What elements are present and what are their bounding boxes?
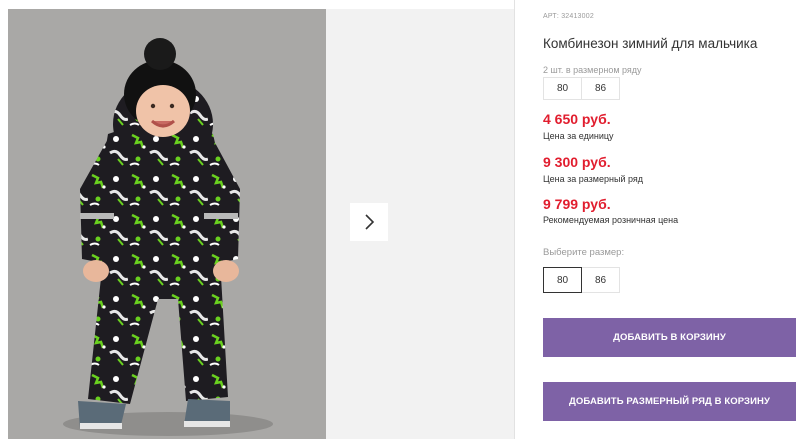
add-to-cart-button[interactable]: ДОБАВИТЬ В КОРЗИНУ	[543, 318, 796, 357]
size-selector: 80 86	[543, 267, 620, 293]
child-in-snowsuit-image	[8, 9, 326, 439]
pack-price-note: Цена за размерный ряд	[543, 174, 644, 184]
gallery-next-button[interactable]	[350, 203, 388, 241]
size-option-86[interactable]: 86	[581, 267, 620, 293]
retail-price: 9 799 руб.	[543, 196, 611, 212]
pack-note: 2 шт. в размерном ряду	[543, 65, 642, 75]
retail-price-note: Рекомендуемая розничная цена	[543, 215, 679, 225]
product-gallery	[8, 9, 515, 439]
size-option-80[interactable]: 80	[543, 267, 582, 293]
add-pack-to-cart-button[interactable]: ДОБАВИТЬ РАЗМЕРНЫЙ РЯД В КОРЗИНУ	[543, 382, 796, 421]
article-number: АРТ: 32413002	[543, 13, 594, 20]
product-photo[interactable]	[8, 9, 326, 439]
unit-price-note: Цена за единицу	[543, 131, 614, 141]
pack-size-86: 86	[581, 77, 620, 100]
pack-price: 9 300 руб.	[543, 154, 611, 170]
product-title: Комбинезон зимний для мальчика	[543, 36, 758, 51]
size-select-label: Выберите размер:	[543, 247, 625, 258]
pack-sizes: 80 86	[543, 77, 620, 100]
unit-price: 4 650 руб.	[543, 111, 611, 127]
chevron-right-icon	[365, 214, 375, 230]
vertical-divider	[514, 0, 515, 439]
pack-size-80: 80	[543, 77, 582, 100]
